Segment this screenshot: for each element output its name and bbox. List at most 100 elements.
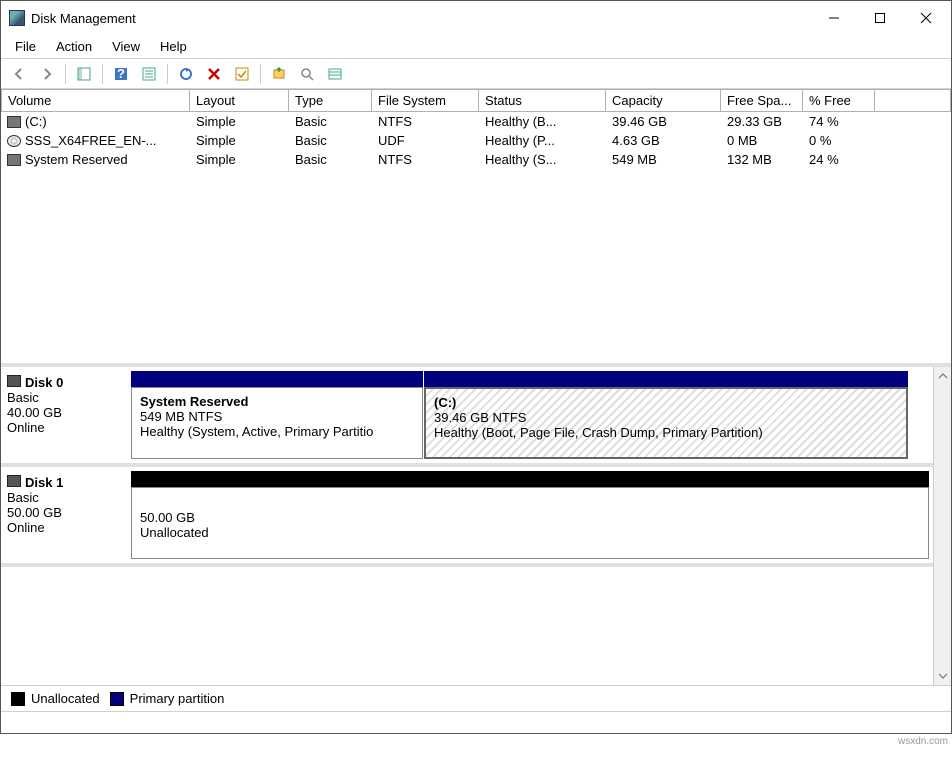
table-row[interactable]: System Reserved SimpleBasicNTFSHealthy (S… [1, 150, 951, 169]
col-fs[interactable]: File System [372, 89, 479, 112]
col-type[interactable]: Type [289, 89, 372, 112]
table-row[interactable]: (C:)SimpleBasicNTFSHealthy (B...39.46 GB… [1, 112, 951, 131]
partition-status: Healthy (Boot, Page File, Crash Dump, Pr… [434, 425, 898, 440]
cell-layout: Simple [190, 131, 289, 150]
maximize-button[interactable] [857, 1, 903, 35]
cell-status: Healthy (P... [479, 131, 606, 150]
cell-fs: UDF [372, 131, 479, 150]
disk-graphical-view: Disk 0Basic40.00 GBOnlineSystem Reserved… [1, 367, 951, 685]
cell-status: Healthy (S... [479, 150, 606, 169]
cell-volume: SSS_X64FREE_EN-... [25, 133, 157, 148]
forward-button[interactable] [35, 62, 59, 86]
scroll-up-icon[interactable] [934, 367, 951, 385]
legend-swatch-primary [110, 692, 124, 706]
partition-header [131, 371, 423, 387]
partition-name: (C:) [434, 395, 898, 410]
col-layout[interactable]: Layout [190, 89, 289, 112]
volume-list: Volume Layout Type File System Status Ca… [1, 89, 951, 367]
partition-name: System Reserved [140, 394, 414, 409]
col-pct[interactable]: % Free [803, 89, 875, 112]
help-button[interactable]: ? [109, 62, 133, 86]
cell-capacity: 39.46 GB [606, 112, 721, 131]
close-button[interactable] [903, 1, 949, 35]
svg-text:?: ? [117, 66, 125, 81]
col-volume[interactable]: Volume [1, 89, 190, 112]
watermark: wsxdn.com [898, 736, 948, 747]
cell-fs: NTFS [372, 150, 479, 169]
partition-size: 39.46 GB NTFS [434, 410, 898, 425]
legend-unallocated: Unallocated [31, 691, 100, 706]
refresh-button[interactable] [174, 62, 198, 86]
find-button[interactable] [295, 62, 319, 86]
partition-header [131, 471, 929, 487]
col-capacity[interactable]: Capacity [606, 89, 721, 112]
show-hide-console-button[interactable] [72, 62, 96, 86]
menubar: File Action View Help [1, 35, 951, 59]
cell-free: 132 MB [721, 150, 803, 169]
disk-state: Online [7, 420, 127, 435]
check-button[interactable] [230, 62, 254, 86]
col-status[interactable]: Status [479, 89, 606, 112]
partition[interactable]: 50.00 GBUnallocated [131, 471, 929, 559]
partition-body[interactable]: (C:)39.46 GB NTFSHealthy (Boot, Page Fil… [424, 387, 908, 459]
disk-type: Basic [7, 390, 127, 405]
cell-layout: Simple [190, 112, 289, 131]
back-button[interactable] [7, 62, 31, 86]
partition-status: Healthy (System, Active, Primary Partiti… [140, 424, 414, 439]
cell-type: Basic [289, 131, 372, 150]
menu-action[interactable]: Action [46, 36, 102, 57]
cell-layout: Simple [190, 150, 289, 169]
cell-pct: 0 % [803, 131, 875, 150]
col-free[interactable]: Free Spa... [721, 89, 803, 112]
minimize-button[interactable] [811, 1, 857, 35]
status-bar [1, 711, 951, 733]
partition-header [424, 371, 908, 387]
cell-free: 29.33 GB [721, 112, 803, 131]
legend-swatch-unallocated [11, 692, 25, 706]
menu-file[interactable]: File [5, 36, 46, 57]
legend: Unallocated Primary partition [1, 685, 951, 711]
app-icon [9, 10, 25, 26]
cell-free: 0 MB [721, 131, 803, 150]
cell-type: Basic [289, 112, 372, 131]
rescan-button[interactable] [267, 62, 291, 86]
column-headers: Volume Layout Type File System Status Ca… [1, 89, 951, 112]
cell-pct: 24 % [803, 150, 875, 169]
window: Disk Management File Action View Help ? … [0, 0, 952, 734]
partition-size: 549 MB NTFS [140, 409, 414, 424]
list-button[interactable] [323, 62, 347, 86]
disk-type: Basic [7, 490, 127, 505]
delete-button[interactable] [202, 62, 226, 86]
partition-body[interactable]: 50.00 GBUnallocated [131, 487, 929, 559]
menu-view[interactable]: View [102, 36, 150, 57]
table-row[interactable]: SSS_X64FREE_EN-... SimpleBasicUDFHealthy … [1, 131, 951, 150]
cell-capacity: 4.63 GB [606, 131, 721, 150]
cd-icon [7, 135, 21, 147]
partition-body[interactable]: System Reserved549 MB NTFSHealthy (Syste… [131, 387, 423, 459]
toolbar: ? [1, 59, 951, 89]
partition-status: Unallocated [140, 525, 920, 540]
disk-icon [7, 375, 21, 387]
disk-info[interactable]: Disk 0Basic40.00 GBOnline [5, 371, 129, 459]
partition-size: 50.00 GB [140, 510, 920, 525]
legend-primary: Primary partition [130, 691, 225, 706]
partition[interactable]: System Reserved549 MB NTFSHealthy (Syste… [131, 371, 423, 459]
disk-icon [7, 475, 21, 487]
properties-button[interactable] [137, 62, 161, 86]
titlebar[interactable]: Disk Management [1, 1, 951, 35]
disk-info[interactable]: Disk 1Basic50.00 GBOnline [5, 471, 129, 559]
col-spacer[interactable] [875, 89, 951, 112]
scroll-down-icon[interactable] [934, 667, 951, 685]
disk-row: Disk 0Basic40.00 GBOnlineSystem Reserved… [1, 367, 933, 467]
cell-pct: 74 % [803, 112, 875, 131]
disk-row: Disk 1Basic50.00 GBOnline50.00 GBUnalloc… [1, 467, 933, 567]
cell-type: Basic [289, 150, 372, 169]
cell-volume: System Reserved [25, 152, 128, 167]
partition[interactable]: (C:)39.46 GB NTFSHealthy (Boot, Page Fil… [424, 371, 908, 459]
window-title: Disk Management [31, 11, 811, 26]
hdd-icon [7, 116, 21, 128]
disk-state: Online [7, 520, 127, 535]
vertical-scrollbar[interactable] [933, 367, 951, 685]
menu-help[interactable]: Help [150, 36, 197, 57]
cell-fs: NTFS [372, 112, 479, 131]
